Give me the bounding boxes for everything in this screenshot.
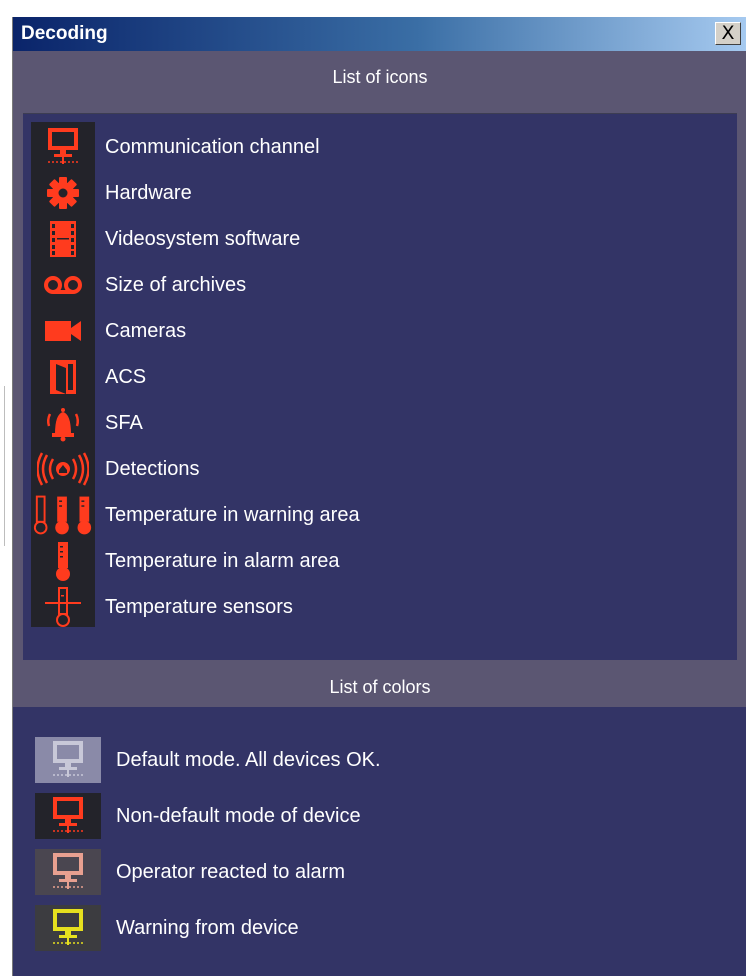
list-item-label: Temperature sensors [105,596,293,618]
colors-section-header: List of colors [329,677,431,697]
list-item: ACS [23,354,723,400]
list-item-label: Videosystem software [105,228,301,250]
list-item: Operator reacted to alarm [13,849,746,897]
color-item-label: Default mode. All devices OK. [116,749,381,771]
list-item: Warning from device [13,905,746,953]
list-item-label: Hardware [105,182,192,204]
icons-section-header: List of icons [332,67,428,87]
color-item-label: Non-default mode of device [116,805,361,827]
list-item: Cameras [23,308,723,354]
door-icon [31,354,95,400]
list-item-label: SFA [105,412,143,434]
list-item: Temperature in warning area [23,492,723,538]
list-item: Temperature sensors [23,584,723,630]
three-thermometers-icon [31,492,95,538]
list-item: Non-default mode of device [13,793,746,841]
window-edge-divider [4,386,11,546]
list-item: Size of archives [23,262,723,308]
gear-icon [31,170,95,216]
close-button[interactable]: X [715,22,741,45]
list-item-label: Cameras [105,320,187,342]
list-item: Communication channel [23,124,723,170]
list-item-label: Temperature in warning area [105,504,360,526]
list-item: Temperature in alarm area [23,538,723,584]
network-monitor-icon [35,793,101,839]
background-strip [0,0,12,976]
network-monitor-icon [35,905,101,951]
list-item: Videosystem software [23,216,723,262]
color-item-label: Warning from device [116,917,299,939]
network-monitor-icon [31,124,95,170]
window-title: Decoding [21,23,108,44]
list-item: SFA [23,400,723,446]
tape-reel-icon [31,262,95,308]
film-strip-icon [31,216,95,262]
color-item-label: Operator reacted to alarm [116,861,345,883]
list-item-label: Detections [105,458,200,480]
list-item: Hardware [23,170,723,216]
decoding-window: Decoding X List of icons Communication c… [12,17,746,976]
network-monitor-icon [35,737,101,783]
list-item-label: Communication channel [105,136,320,158]
icons-list-panel: Communication channel Hardware Videosyst… [23,113,737,660]
list-item-label: Size of archives [105,274,247,296]
list-item: Detections [23,446,723,492]
colors-list-panel: Default mode. All devices OK. Non-defaul… [13,707,746,976]
filled-thermometer-icon [31,538,95,584]
list-item: Default mode. All devices OK. [13,737,746,785]
list-item-label: ACS [105,366,147,388]
video-camera-icon [31,308,95,354]
title-bar[interactable]: Decoding X [13,17,746,51]
signal-waves-icon [31,446,95,492]
network-monitor-icon [35,849,101,895]
list-item-label: Temperature in alarm area [105,550,340,572]
alarm-bell-icon [31,400,95,446]
thermometer-sensor-icon [31,584,95,630]
